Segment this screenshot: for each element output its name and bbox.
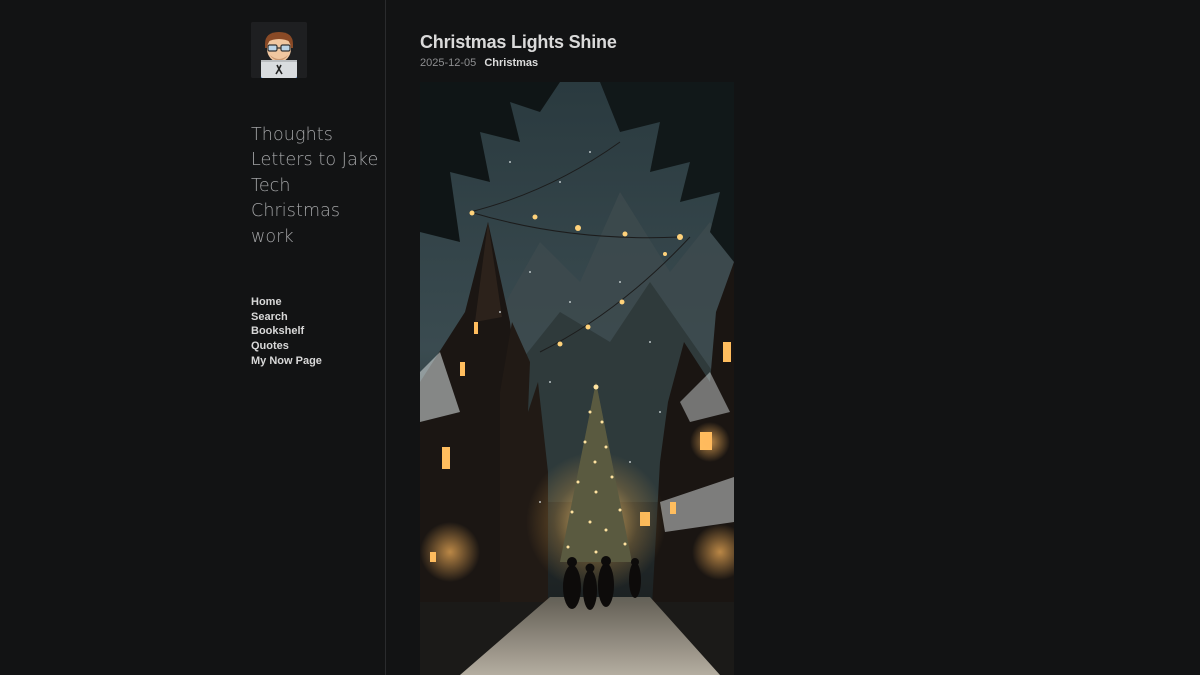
nav-home[interactable]: Home bbox=[251, 295, 322, 310]
man-with-laptop-icon bbox=[251, 22, 307, 78]
category-list: Thoughts Letters to Jake Tech Christmas … bbox=[251, 123, 378, 250]
sidebar-divider bbox=[385, 0, 386, 675]
category-work[interactable]: work bbox=[251, 225, 378, 250]
category-tech[interactable]: Tech bbox=[251, 174, 378, 199]
category-thoughts[interactable]: Thoughts bbox=[251, 123, 378, 148]
avatar[interactable] bbox=[251, 22, 307, 78]
post-tag-link[interactable]: Christmas bbox=[484, 57, 538, 69]
post-date: 2025-12-05 bbox=[420, 57, 477, 69]
category-christmas[interactable]: Christmas bbox=[251, 199, 378, 224]
nav-search[interactable]: Search bbox=[251, 310, 322, 325]
main-content: Christmas Lights Shine 2025-12-05 Christ… bbox=[420, 0, 1180, 675]
nav-links: Home Search Bookshelf Quotes My Now Page bbox=[251, 295, 322, 369]
nav-quotes[interactable]: Quotes bbox=[251, 339, 322, 354]
category-letters-to-jake[interactable]: Letters to Jake bbox=[251, 148, 378, 173]
nav-bookshelf[interactable]: Bookshelf bbox=[251, 324, 322, 339]
page: Thoughts Letters to Jake Tech Christmas … bbox=[0, 0, 1200, 675]
post-meta: 2025-12-05 Christmas bbox=[420, 57, 538, 69]
nav-my-now-page[interactable]: My Now Page bbox=[251, 354, 322, 369]
sidebar: Thoughts Letters to Jake Tech Christmas … bbox=[0, 0, 386, 675]
christmas-village-image-icon bbox=[420, 82, 734, 675]
post-image bbox=[420, 82, 734, 675]
post-title: Christmas Lights Shine bbox=[420, 32, 617, 52]
